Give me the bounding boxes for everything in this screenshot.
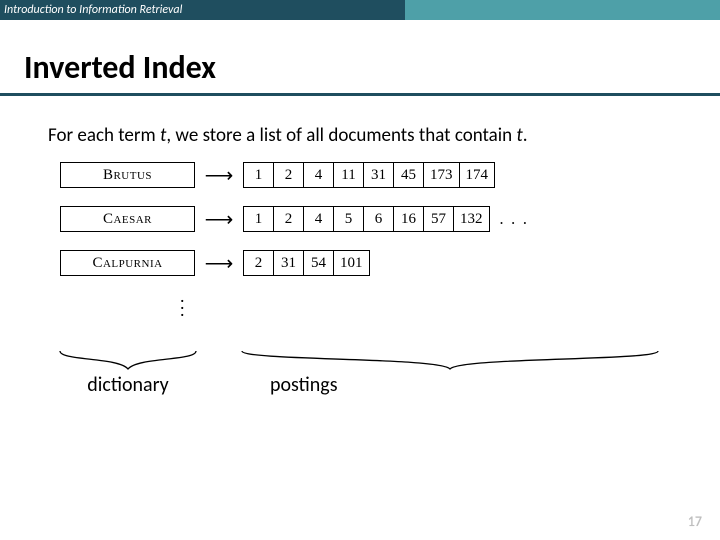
posting-cell: 1 xyxy=(243,206,273,232)
brace-icon xyxy=(240,349,660,371)
term-box: Brutus xyxy=(60,162,195,188)
slide-title: Inverted Index xyxy=(24,48,720,87)
postings-brace: postings xyxy=(240,349,660,397)
posting-cell: 11 xyxy=(333,162,363,188)
posting-cell: 174 xyxy=(459,162,496,188)
posting-cell: 2 xyxy=(273,206,303,232)
posting-cell: 54 xyxy=(303,250,333,276)
index-row: Brutus ⟶ 1 2 4 11 31 45 173 174 xyxy=(60,161,720,189)
dictionary-label: dictionary xyxy=(87,373,168,397)
posting-list: 1 2 4 5 6 16 57 132 xyxy=(243,206,490,232)
postings-label: postings xyxy=(270,373,338,397)
desc-part3: . xyxy=(523,124,528,147)
course-title: Introduction to Information Retrieval xyxy=(4,3,182,17)
posting-cell: 173 xyxy=(423,162,459,188)
brace-row: dictionary postings xyxy=(58,349,720,397)
arrow-icon: ⟶ xyxy=(195,163,243,188)
arrow-icon: ⟶ xyxy=(195,207,243,232)
posting-cell: 16 xyxy=(393,206,423,232)
term-box: Calpurnia xyxy=(60,250,195,276)
posting-list: 1 2 4 11 31 45 173 174 xyxy=(243,162,495,188)
dictionary-brace: dictionary xyxy=(58,349,198,397)
vertical-ellipsis: ... xyxy=(180,293,720,315)
posting-list: 2 31 54 101 xyxy=(243,250,370,276)
brace-icon xyxy=(58,349,198,371)
index-rows: Brutus ⟶ 1 2 4 11 31 45 173 174 Caesar ⟶… xyxy=(60,161,720,315)
posting-cell: 31 xyxy=(273,250,303,276)
arrow-icon: ⟶ xyxy=(195,251,243,276)
posting-cell: 4 xyxy=(303,162,333,188)
desc-part2: , we store a list of all documents that … xyxy=(166,124,516,147)
posting-cell: 6 xyxy=(363,206,393,232)
index-row: Caesar ⟶ 1 2 4 5 6 16 57 132 . . . xyxy=(60,205,720,233)
term-box: Caesar xyxy=(60,206,195,232)
posting-cell: 2 xyxy=(273,162,303,188)
posting-cell: 1 xyxy=(243,162,273,188)
header-dark: Introduction to Information Retrieval xyxy=(0,0,405,20)
description: For each term t, we store a list of all … xyxy=(48,124,720,147)
posting-cell: 132 xyxy=(453,206,490,232)
desc-part1: For each term xyxy=(48,124,160,147)
title-underline xyxy=(0,93,720,96)
posting-cell: 101 xyxy=(333,250,370,276)
posting-cell: 57 xyxy=(423,206,453,232)
posting-cell: 4 xyxy=(303,206,333,232)
page-number: 17 xyxy=(688,513,702,530)
ellipsis: . . . xyxy=(500,210,529,229)
posting-cell: 45 xyxy=(393,162,423,188)
header-accent xyxy=(405,0,720,20)
posting-cell: 2 xyxy=(243,250,273,276)
index-row: Calpurnia ⟶ 2 31 54 101 xyxy=(60,249,720,277)
header-bar: Introduction to Information Retrieval xyxy=(0,0,720,20)
posting-cell: 31 xyxy=(363,162,393,188)
posting-cell: 5 xyxy=(333,206,363,232)
